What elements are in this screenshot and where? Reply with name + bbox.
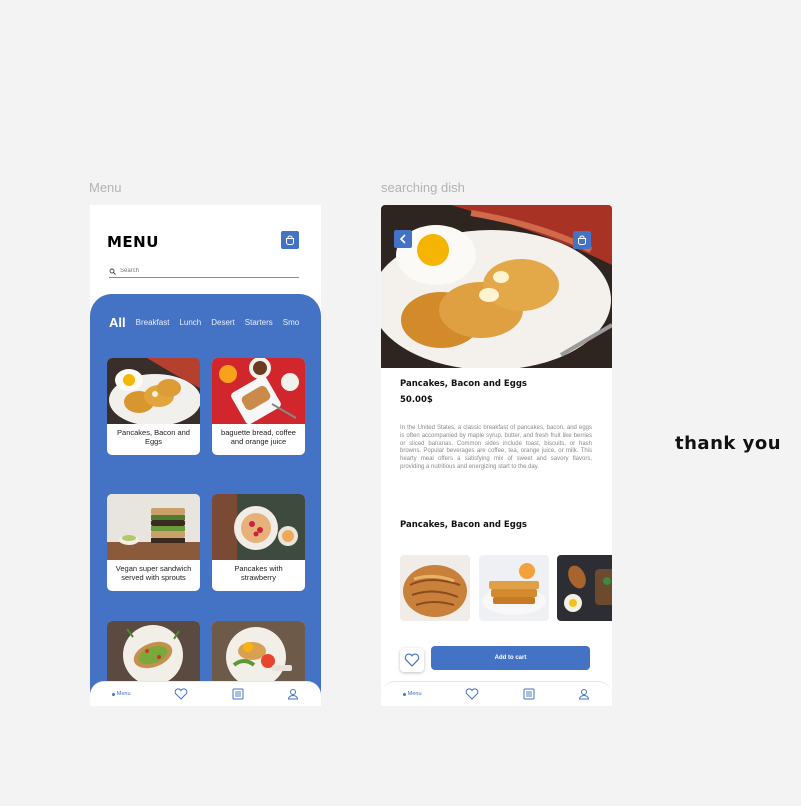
menu-panel: All Breakfast Lunch Desert Starters Smo: [90, 294, 321, 706]
nav-menu-label: Menu: [116, 691, 131, 697]
tab-desert[interactable]: Desert: [211, 318, 235, 327]
thank-you-text: thank you: [675, 433, 782, 454]
user-icon[interactable]: [578, 688, 590, 700]
dish-title: Pancakes, Bacon and Eggs: [400, 379, 527, 389]
page-title: MENU: [107, 233, 159, 251]
search-bar: [109, 265, 299, 278]
search-input[interactable]: [116, 266, 290, 276]
related-dishes-title: Pancakes, Bacon and Eggs: [400, 520, 527, 530]
menu-screen: MENU All Breakfast Lunch Desert Starters…: [90, 205, 321, 706]
nav-menu-label: Menu: [407, 691, 422, 697]
chevron-left-icon: [399, 234, 406, 244]
nav-menu[interactable]: Menu: [402, 691, 422, 697]
back-button[interactable]: [394, 230, 412, 248]
dish-screen: Pancakes, Bacon and Eggs 50.00$ In the U…: [381, 205, 612, 706]
cart-button[interactable]: [573, 231, 591, 249]
frame-label-search: searching dish: [381, 180, 465, 195]
dish-description: In the United States, a classic breakfas…: [400, 425, 592, 470]
bottom-nav: Menu: [90, 681, 321, 706]
food-image: [212, 358, 305, 424]
pot-icon: [578, 235, 586, 245]
heart-icon[interactable]: [465, 688, 479, 700]
heart-icon: [404, 653, 420, 667]
search-icon: [109, 268, 116, 275]
food-image: [107, 494, 200, 560]
food-card[interactable]: Pancakes with strawberry: [212, 494, 305, 591]
category-tabs: All Breakfast Lunch Desert Starters Smo: [109, 314, 321, 330]
tab-smoothies[interactable]: Smo: [283, 318, 299, 327]
food-name: baguette bread, coffee and orange juice: [221, 428, 296, 446]
list-icon[interactable]: [523, 688, 535, 700]
list-icon[interactable]: [232, 688, 244, 700]
cart-button[interactable]: [281, 231, 299, 249]
food-card[interactable]: Pancakes, Bacon and Eggs: [107, 358, 200, 455]
food-card[interactable]: baguette bread, coffee and orange juice: [212, 358, 305, 455]
dish-hero-image: [381, 205, 612, 368]
food-image: [107, 358, 200, 424]
active-dot-icon: [111, 692, 115, 696]
tab-lunch[interactable]: Lunch: [179, 318, 201, 327]
food-name: Vegan super sandwich served with sprouts: [115, 564, 192, 582]
related-dish-thumbnail[interactable]: [400, 555, 470, 621]
tab-starters[interactable]: Starters: [245, 318, 273, 327]
active-dot-icon: [402, 692, 406, 696]
heart-icon[interactable]: [174, 688, 188, 700]
food-name: Pancakes with strawberry: [234, 564, 283, 582]
user-icon[interactable]: [287, 688, 299, 700]
favorite-button[interactable]: [400, 648, 424, 672]
related-dish-thumbnail[interactable]: [479, 555, 549, 621]
add-to-cart-button[interactable]: Add to cart: [431, 646, 590, 670]
pot-icon: [286, 235, 294, 245]
food-card[interactable]: Vegan super sandwich served with sprouts: [107, 494, 200, 591]
food-name: Pancakes, Bacon and Eggs: [117, 428, 190, 446]
tab-all[interactable]: All: [109, 315, 126, 330]
nav-menu[interactable]: Menu: [111, 691, 131, 697]
bottom-nav: Menu: [381, 681, 612, 706]
food-image: [212, 494, 305, 560]
dish-price: 50.00$: [400, 395, 433, 405]
related-dishes-list: [400, 555, 612, 621]
food-image: [107, 621, 200, 687]
food-image: [212, 621, 305, 687]
tab-breakfast[interactable]: Breakfast: [136, 318, 170, 327]
frame-label-menu: Menu: [89, 180, 122, 195]
related-dish-thumbnail[interactable]: [557, 555, 612, 621]
